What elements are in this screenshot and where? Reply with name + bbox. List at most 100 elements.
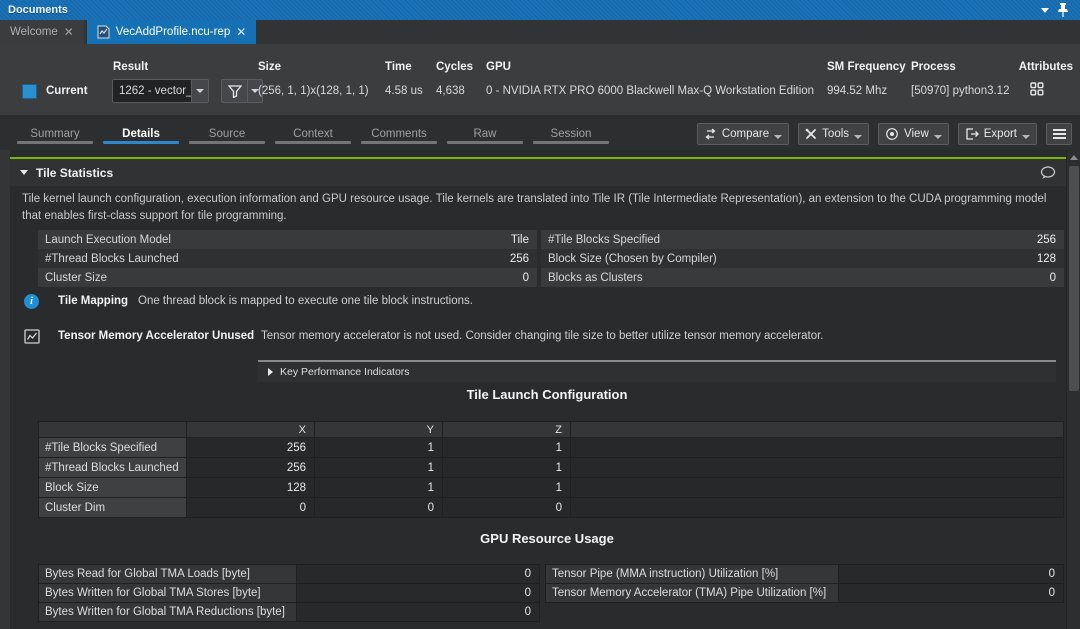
column-header — [39, 422, 186, 437]
column-header-x: X — [187, 422, 314, 437]
kpi-label: Key Performance Indicators — [280, 366, 410, 378]
export-button[interactable]: Export — [958, 123, 1037, 145]
sm-frequency-header: SM Frequency — [827, 61, 906, 73]
chevron-down-icon — [854, 135, 862, 139]
chevron-down-icon[interactable] — [191, 80, 208, 102]
export-icon — [965, 128, 979, 140]
tab-label: Context — [293, 128, 333, 140]
tile-mapping-notice: i Tile Mapping One thread block is mappe… — [0, 294, 1070, 312]
tab-raw[interactable]: Raw — [442, 117, 528, 150]
tab-label: Comments — [371, 128, 427, 140]
summary-table-left: Launch Execution Model Tile #Thread Bloc… — [38, 230, 537, 287]
chevron-down-icon — [1022, 135, 1030, 139]
launch-config-table: X Y Z #Tile Blocks Specified 256 1 1 #Th… — [38, 421, 1064, 518]
resource-usage-title: GPU Resource Usage — [38, 531, 1056, 546]
row-value: 0 — [839, 584, 1063, 602]
compare-button[interactable]: Compare — [697, 123, 789, 145]
row-label: #Tile Blocks Specified — [541, 234, 1037, 246]
table-row: #Thread Blocks Launched 256 — [38, 249, 537, 268]
cell-z: 0 — [443, 498, 570, 517]
row-value: 128 — [1037, 253, 1064, 265]
row-value: 0 — [297, 565, 539, 583]
gpu-value: 0 - NVIDIA RTX PRO 6000 Blackwell Max-Q … — [486, 85, 814, 97]
filter-button[interactable] — [221, 79, 263, 103]
cell-y: 1 — [315, 458, 442, 477]
result-dropdown[interactable]: 1262 - vector_ — [112, 79, 209, 103]
row-label: Tensor Pipe (MMA instruction) Utilizatio… — [546, 565, 838, 583]
notice-text: Tensor memory accelerator is not used. C… — [261, 330, 823, 342]
cell-z: 1 — [443, 478, 570, 497]
cell-x: 256 — [187, 458, 314, 477]
cell-y: 0 — [315, 498, 442, 517]
row-label: #Thread Blocks Launched — [38, 253, 510, 265]
row-label: #Thread Blocks Launched — [39, 458, 186, 477]
row-label: Bytes Written for Global TMA Reductions … — [39, 603, 296, 621]
tab-source[interactable]: Source — [184, 117, 270, 150]
details-page: Tile Statistics Tile kernel launch confi… — [0, 150, 1080, 629]
cell-x: 128 — [187, 478, 314, 497]
table-row: #Tile Blocks Specified 256 — [541, 230, 1064, 249]
table-row: Block Size (Chosen by Compiler) 128 — [541, 249, 1064, 268]
document-titlebar: Documents — [0, 0, 1080, 20]
tab-context[interactable]: Context — [270, 117, 356, 150]
result-color-swatch[interactable] — [22, 84, 37, 99]
cycles-header: Cycles — [436, 61, 473, 73]
row-value: 0 — [297, 584, 539, 602]
chevron-down-icon[interactable] — [1036, 2, 1054, 18]
tab-comments[interactable]: Comments — [356, 117, 442, 150]
hamburger-menu-button[interactable] — [1046, 123, 1072, 145]
close-icon[interactable]: ✕ — [236, 26, 246, 38]
row-value: 256 — [1037, 234, 1064, 246]
sm-frequency-value: 994.52 Mhz — [827, 85, 887, 97]
tab-report[interactable]: VecAddProfile.ncu-rep ✕ — [87, 20, 257, 44]
row-label: #Tile Blocks Specified — [39, 438, 186, 457]
tools-label: Tools — [822, 128, 849, 140]
cycles-value: 4,638 — [436, 85, 465, 97]
tab-details[interactable]: Details — [98, 117, 184, 150]
current-label: Current — [46, 85, 88, 97]
chart-icon — [24, 329, 40, 344]
tab-label: Session — [551, 128, 592, 140]
tools-button[interactable]: Tools — [798, 123, 869, 145]
scrollbar-thumb[interactable] — [1069, 166, 1079, 391]
tile-statistics-section-header[interactable]: Tile Statistics — [10, 159, 1066, 186]
filter-icon — [222, 85, 247, 98]
tab-label: Source — [209, 128, 245, 140]
gpu-header: GPU — [486, 61, 511, 73]
row-label: Bytes Written for Global TMA Stores [byt… — [39, 584, 296, 602]
tools-icon — [805, 128, 817, 140]
tab-summary[interactable]: Summary — [12, 117, 98, 150]
row-value: 0 — [297, 603, 539, 621]
row-label: Block Size — [39, 478, 186, 497]
info-icon: i — [24, 294, 39, 309]
result-dropdown-value: 1262 - vector_ — [113, 85, 191, 97]
eye-icon — [885, 128, 899, 140]
size-header: Size — [258, 61, 281, 73]
comment-bubble-icon[interactable] — [1040, 166, 1056, 180]
time-value: 4.58 us — [385, 85, 423, 97]
view-button[interactable]: View — [878, 123, 949, 145]
filler-cell — [571, 478, 1063, 497]
summary-table-right: #Tile Blocks Specified 256 Block Size (C… — [541, 230, 1064, 287]
scroll-up-arrow-icon[interactable] — [1068, 151, 1080, 164]
section-description: Tile kernel launch configuration, execut… — [22, 191, 1048, 225]
result-toolbar: Current Result 1262 - vector_ Size (256,… — [0, 44, 1080, 116]
attributes-grid-icon[interactable] — [1030, 82, 1044, 96]
left-gutter — [0, 150, 10, 629]
tab-label: Raw — [473, 128, 496, 140]
tab-session[interactable]: Session — [528, 117, 614, 150]
row-value: Tile — [511, 234, 537, 246]
key-performance-indicators-expander[interactable]: Key Performance Indicators — [258, 360, 1056, 382]
notice-text: One thread block is mapped to execute on… — [138, 295, 473, 307]
tab-welcome[interactable]: Welcome ✕ — [0, 20, 84, 44]
close-icon[interactable]: ✕ — [64, 26, 74, 38]
row-label: Launch Execution Model — [38, 234, 511, 246]
process-value: [50970] python3.12 — [911, 85, 1009, 97]
notice-title: Tensor Memory Accelerator Unused — [58, 330, 254, 342]
chevron-down-icon — [934, 135, 942, 139]
vertical-scrollbar[interactable] — [1066, 150, 1080, 629]
compare-label: Compare — [722, 128, 769, 140]
cell-z: 1 — [443, 458, 570, 477]
pin-icon[interactable] — [1054, 2, 1072, 18]
row-label: Tensor Memory Accelerator (TMA) Pipe Uti… — [546, 584, 838, 602]
